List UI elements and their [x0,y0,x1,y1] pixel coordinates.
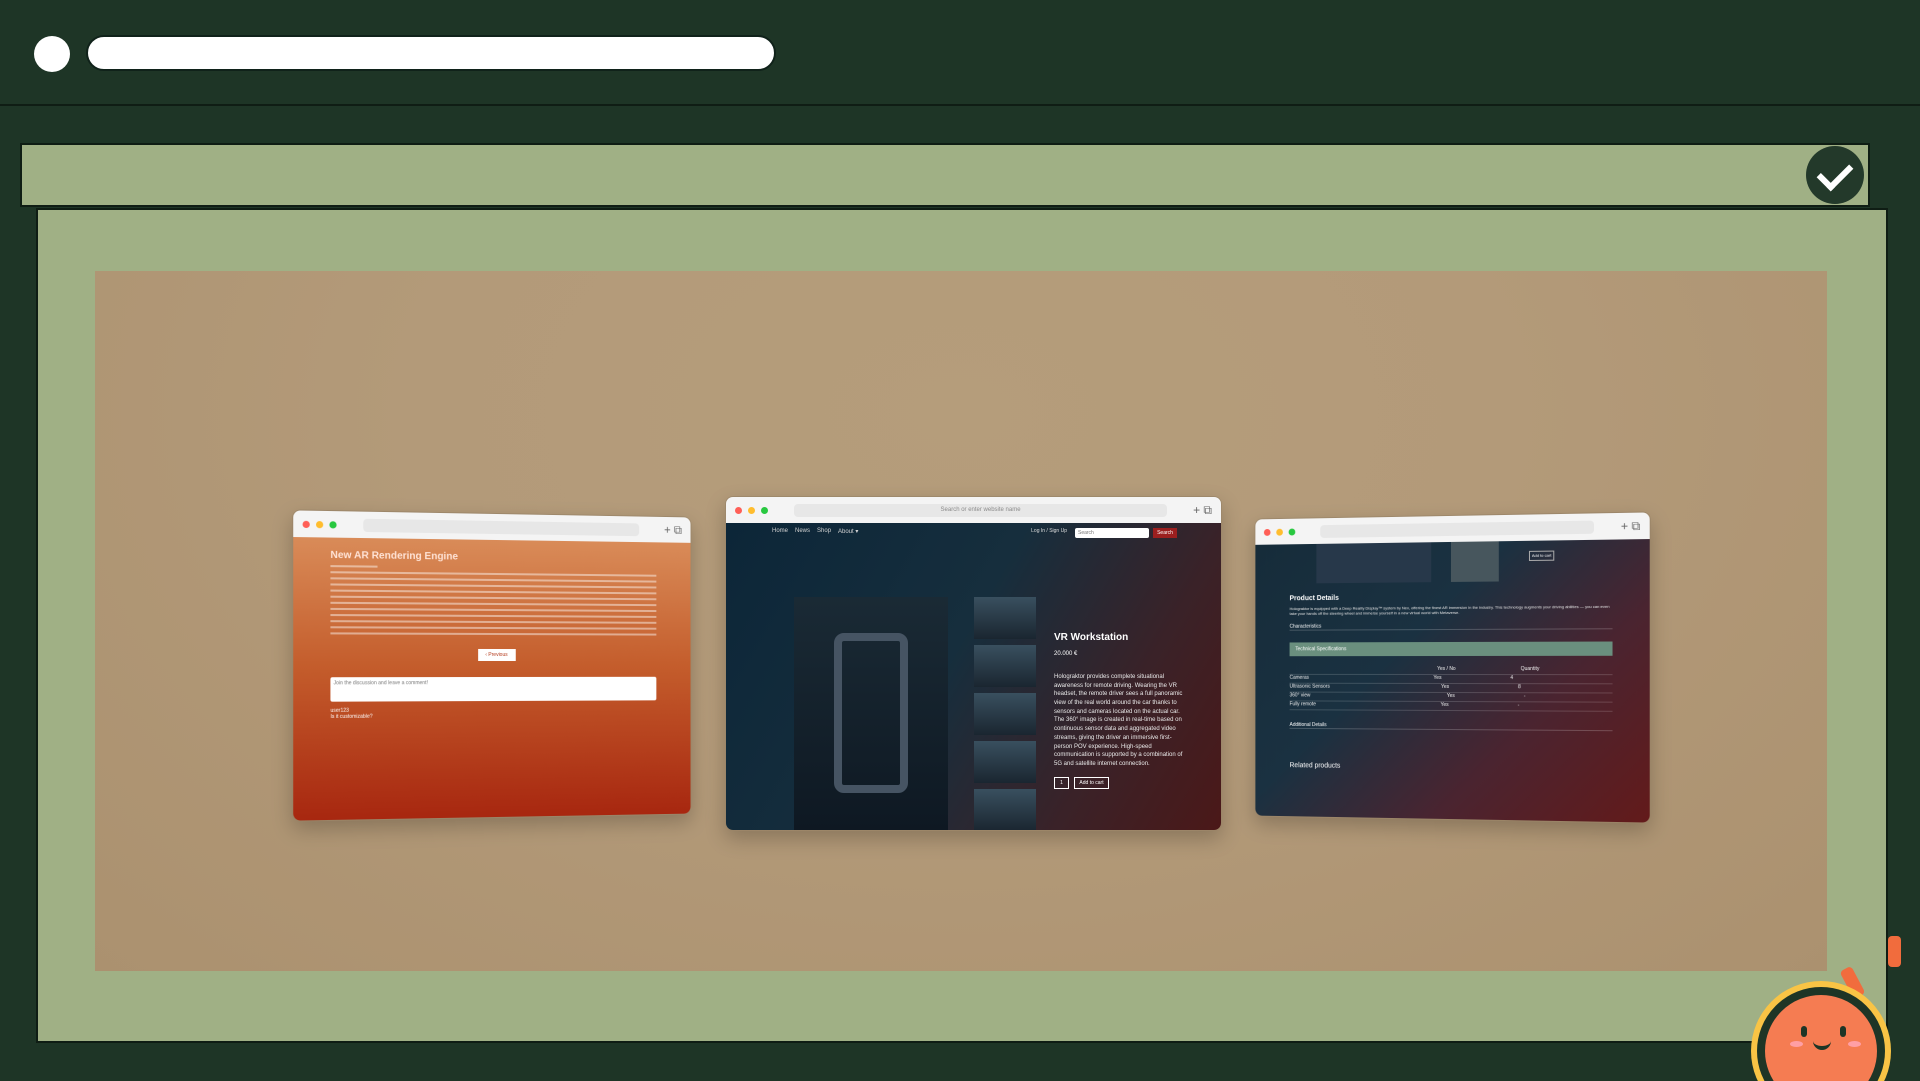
product-page: Home News Shop About ▾ Log In / Sign Up Sea… [726,523,1221,830]
nav-news[interactable]: News [795,528,810,534]
comment-reply: Is it customizable? [330,713,373,721]
text-line [330,601,657,607]
comment-box[interactable]: Join the discussion and leave a comment! [330,676,657,702]
additional-details-tab[interactable]: Additional Details [1289,722,1613,732]
text-line [330,577,657,583]
text-line [330,626,657,630]
small-add-button[interactable]: Add to cart [1528,550,1555,561]
article-content: New AR Rendering Engine ‹ Previous Join … [293,537,691,822]
article-title: New AR Rendering Engine [330,549,458,563]
close-dot[interactable] [302,520,310,528]
browser-icons[interactable]: + ⧉ [1193,503,1212,518]
thumbnail[interactable] [974,693,1036,735]
search-input[interactable]: Search [1075,528,1149,538]
title-banner [20,143,1870,207]
product-thumb[interactable] [1450,541,1499,582]
thumbnail[interactable] [974,789,1036,830]
text-line [330,607,657,613]
thumbnail[interactable] [974,645,1036,687]
nav-about[interactable]: About ▾ [838,528,858,535]
browser-chrome: Search or enter website name + ⧉ [726,497,1221,523]
browser-icons[interactable]: + ⧉ [664,522,682,537]
text-line [330,614,657,618]
product-info: VR Workstation 20.000 € Holograktor prov… [1054,632,1184,789]
text-line [330,583,657,589]
details-summary: Holograktor is equipped with a Deep Real… [1289,603,1610,617]
close-dot[interactable] [735,506,742,514]
article-browser-window: + ⧉ New AR Rendering Engine ‹ Previous J… [292,509,692,822]
text-line [330,620,657,624]
top-bar [0,0,1920,106]
article-address[interactable] [363,518,640,536]
minimize-dot[interactable] [316,520,324,528]
eye-icon [1801,1026,1807,1037]
text-line [330,571,657,577]
smile-icon [1813,1040,1831,1050]
blush-icon [1848,1041,1861,1047]
window-dot [34,36,70,72]
add-to-cart-button[interactable]: Add to cart [1074,776,1109,789]
minimize-dot[interactable] [1276,528,1283,536]
blush-icon [1790,1041,1803,1047]
thumbnail[interactable] [974,597,1036,639]
text-line [330,565,378,568]
seat-icon [834,633,908,793]
technical-specifications-tab[interactable]: Technical Specifications [1289,641,1613,657]
product-title: VR Workstation [1054,632,1129,643]
zoom-dot[interactable] [329,520,337,528]
product-image [1316,542,1432,584]
previous-button[interactable]: ‹ Previous [477,648,516,662]
address-bar[interactable] [86,35,776,71]
related-products-title: Related products [1289,762,1341,771]
checkmark-icon[interactable] [1806,146,1864,204]
product-address[interactable]: Search or enter website name [794,503,1168,517]
table-header: Yes / No Quantity [1289,666,1613,676]
thumbnail-list [974,597,1036,830]
details-browser-window: + ⧉ Add to cart Product Details Holograk… [1254,511,1651,824]
zoom-dot[interactable] [761,506,768,514]
nav-home[interactable]: Home [772,528,788,534]
details-content: Add to cart Product Details Holograktor … [1255,539,1650,824]
details-heading: Product Details [1289,594,1339,603]
text-line [330,632,657,636]
quantity-field[interactable]: 1 [1054,776,1069,789]
zoom-dot[interactable] [1288,528,1296,536]
cart-controls: 1 Add to cart [1054,776,1184,789]
login-link[interactable]: Log In / Sign Up [1031,528,1067,534]
product-description: Holograktor provides complete situationa… [1054,674,1183,767]
text-line [330,595,657,601]
text-line [330,589,657,595]
search-button[interactable]: Search [1153,528,1177,538]
sun-ray [1888,936,1901,967]
browser-icons[interactable]: + ⧉ [1621,518,1641,534]
details-address[interactable] [1320,520,1595,538]
minimize-dot[interactable] [748,506,755,514]
product-browser-window: Search or enter website name + ⧉ Home News… [725,496,1222,831]
characteristics-tab[interactable]: Characteristics [1289,622,1613,632]
vr-workstation-image [794,597,948,830]
thumbnail[interactable] [974,741,1036,783]
table-row: Fully remote Yes - [1289,701,1613,713]
close-dot[interactable] [1263,528,1271,536]
eye-icon [1840,1026,1846,1037]
nav-shop[interactable]: Shop [817,528,831,534]
product-price: 20.000 € [1054,651,1078,657]
